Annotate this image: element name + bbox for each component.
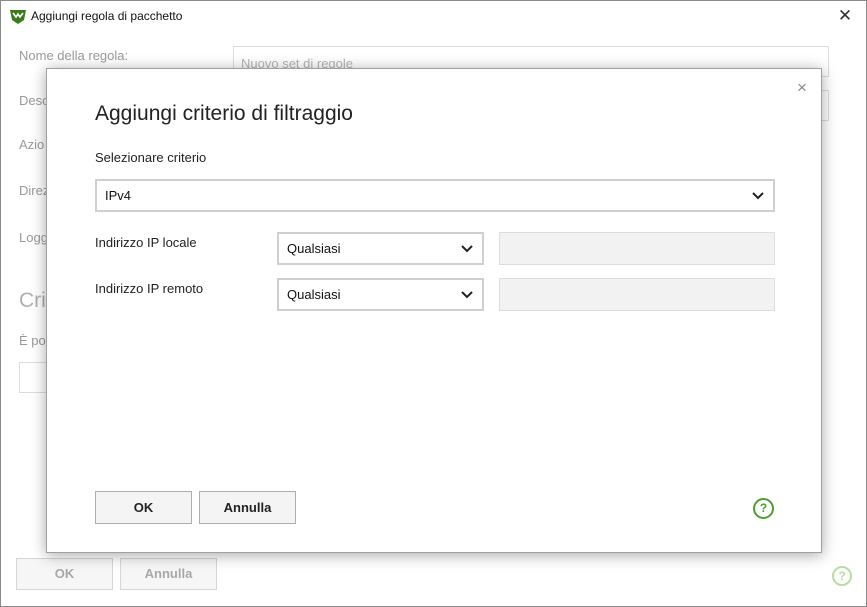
dialog-title: Aggiungi criterio di filtraggio [95, 102, 353, 125]
remote-ip-label: Indirizzo IP remoto [95, 281, 204, 296]
direction-label: Direz [19, 183, 50, 198]
ok-button[interactable]: OK [95, 491, 192, 524]
action-label: Azio [19, 137, 45, 152]
chevron-down-icon [752, 192, 764, 200]
add-filter-criterion-dialog: × Aggiungi criterio di filtraggio Selezi… [46, 68, 822, 553]
main-cancel-button[interactable]: Annulla [120, 558, 217, 590]
criterion-select-value: IPv4 [105, 188, 132, 203]
chevron-down-icon [461, 245, 473, 253]
help-icon[interactable]: ? [753, 498, 774, 519]
local-ip-select[interactable]: Qualsiasi [277, 232, 484, 265]
local-ip-value-field [499, 232, 775, 265]
window-close-button[interactable]: ✕ [834, 5, 856, 27]
remote-ip-select[interactable]: Qualsiasi [277, 278, 484, 311]
criteria-description: È po [19, 333, 46, 348]
local-ip-select-value: Qualsiasi [287, 241, 341, 256]
remote-ip-select-value: Qualsiasi [287, 287, 341, 302]
local-ip-label: Indirizzo IP locale [95, 235, 197, 250]
criterion-select[interactable]: IPv4 [95, 179, 775, 212]
logging-label: Logg [19, 230, 48, 245]
chevron-down-icon [461, 291, 473, 299]
criterion-select-label: Selezionare criterio [95, 150, 207, 165]
cancel-button[interactable]: Annulla [199, 491, 296, 524]
dialog-close-button[interactable]: × [793, 79, 811, 97]
rule-name-label: Nome della regola: [19, 48, 129, 63]
window-title: Aggiungi regola di pacchetto [31, 9, 183, 23]
title-bar: Aggiungi regola di pacchetto ✕ [1, 1, 866, 32]
remote-ip-value-field [499, 278, 775, 311]
main-help-icon[interactable]: ? [832, 566, 852, 586]
app-logo-icon [10, 10, 26, 24]
main-ok-button[interactable]: OK [16, 558, 113, 590]
description-label: Desc [19, 93, 49, 108]
